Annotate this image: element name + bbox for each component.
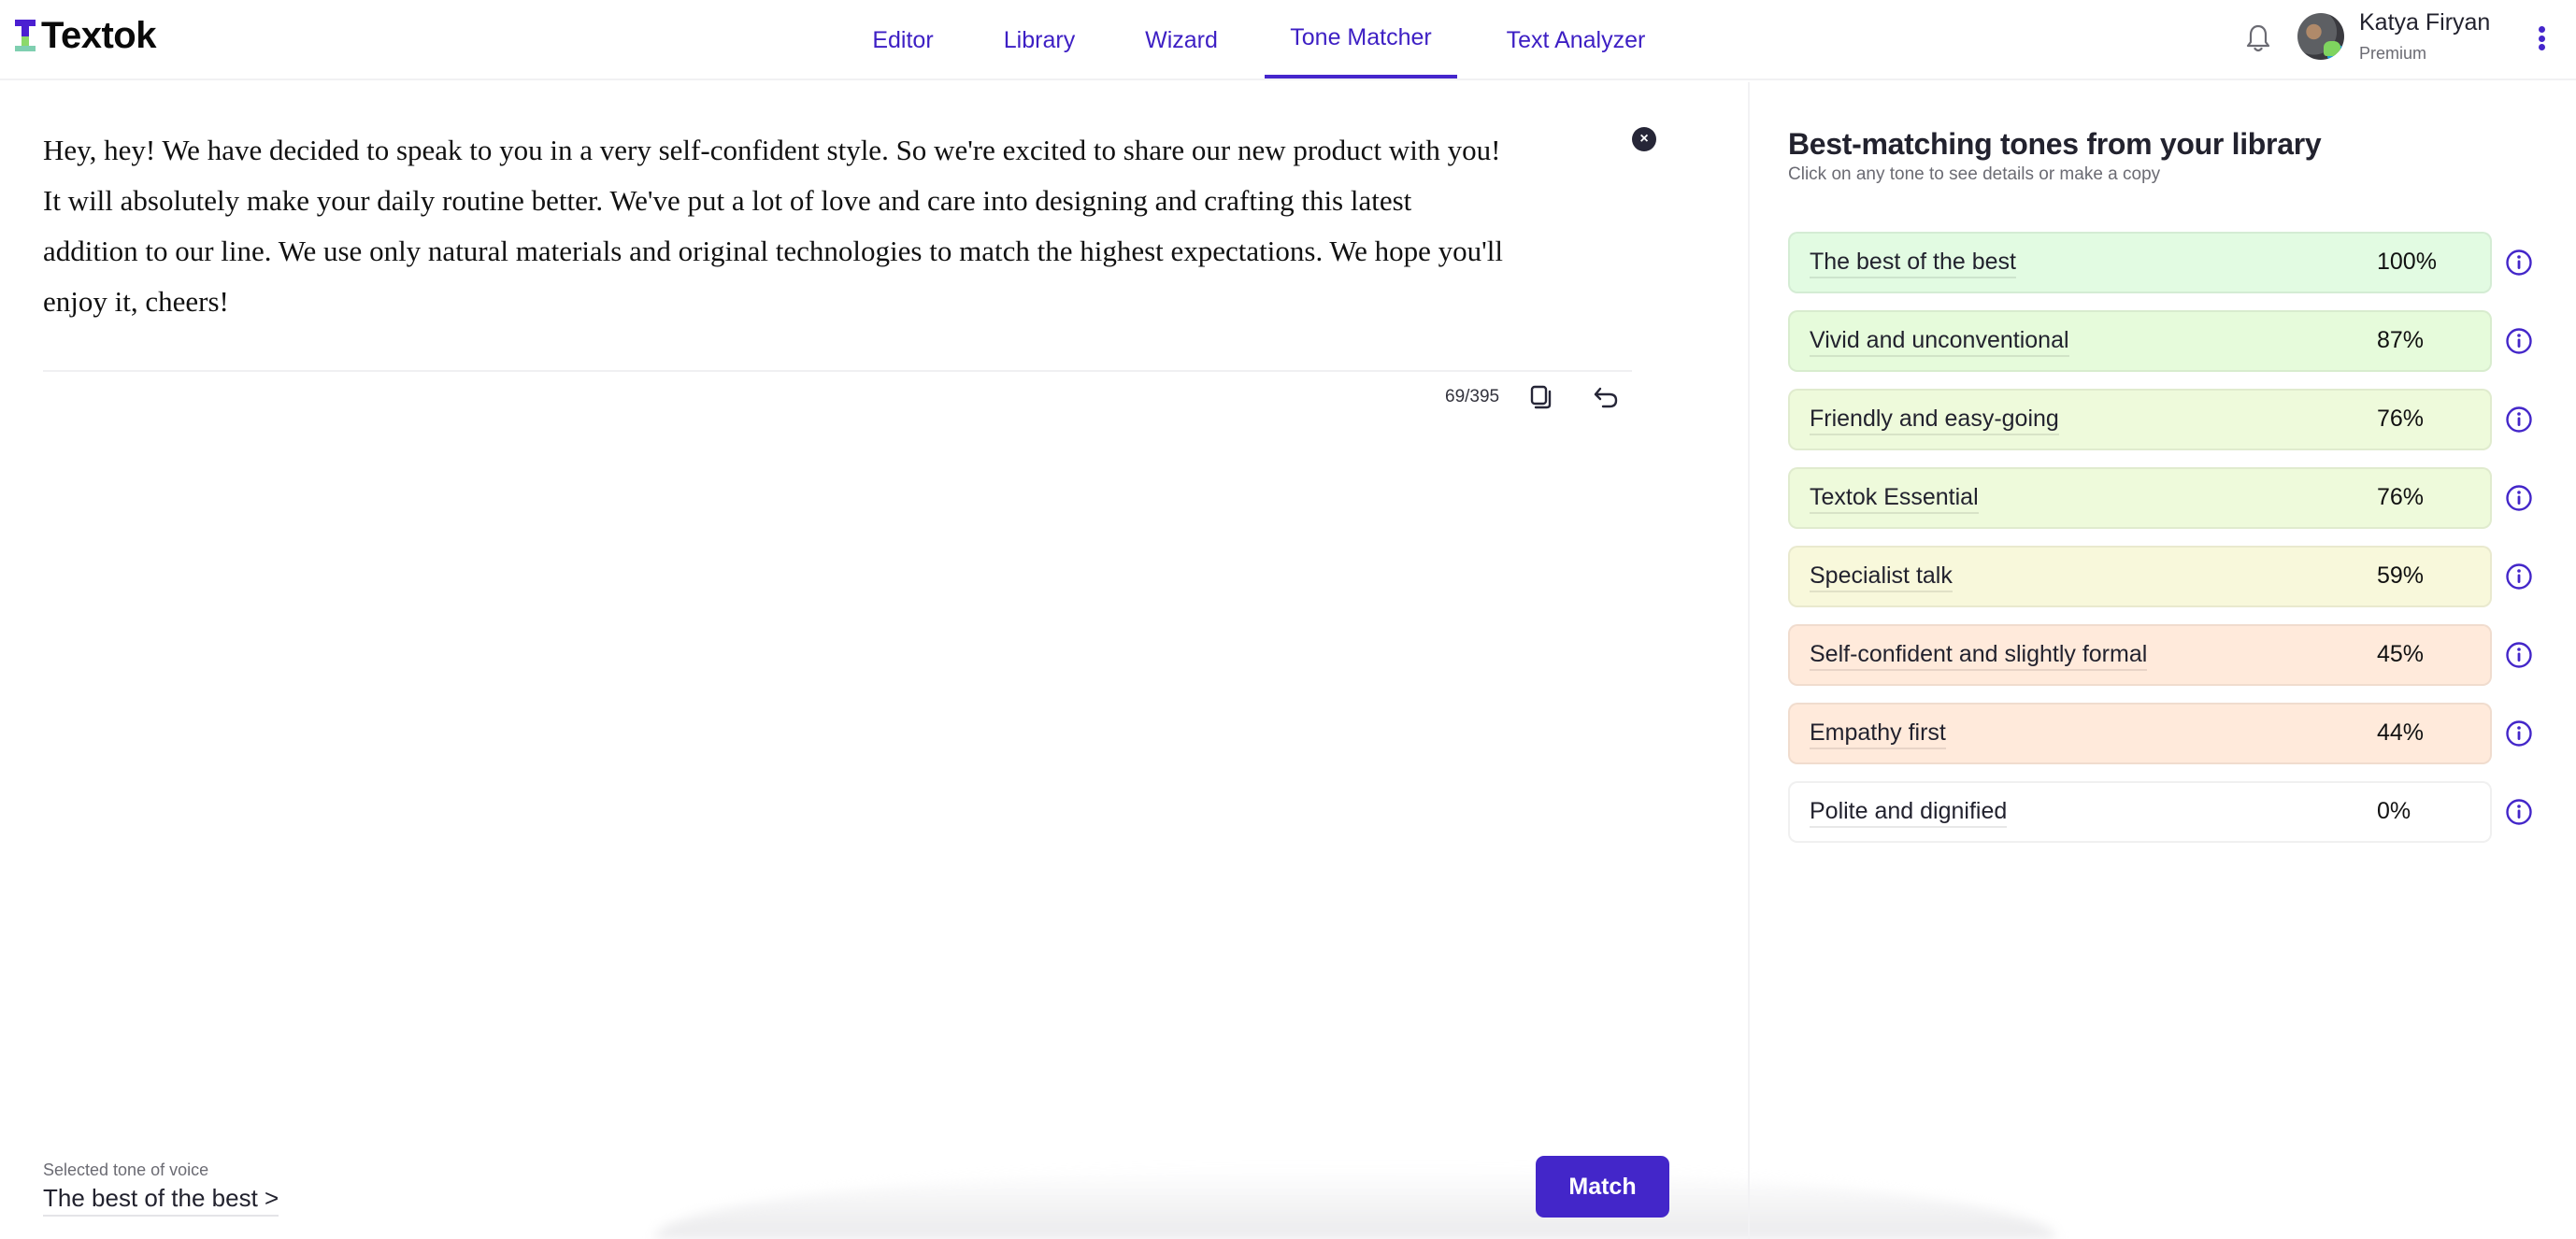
info-icon[interactable] — [2505, 798, 2533, 826]
info-icon[interactable] — [2505, 249, 2533, 277]
tone-row[interactable]: Vivid and unconventional 87% — [1788, 310, 2492, 372]
editor-divider — [43, 370, 1632, 372]
tone-row[interactable]: Empathy first 44% — [1788, 703, 2492, 764]
tone-name: Polite and dignified — [1810, 798, 2008, 828]
editor-line: addition to our line. We use only natura… — [43, 235, 1503, 267]
text-editor[interactable]: Hey, hey! We have decided to speak to yo… — [43, 125, 1632, 327]
undo-icon[interactable] — [1593, 385, 1619, 409]
info-icon[interactable] — [2505, 406, 2533, 434]
kebab-menu-icon[interactable] — [2535, 22, 2548, 54]
tone-score: 59% — [2377, 563, 2425, 589]
textok-logo-icon — [15, 18, 36, 53]
panel-subtitle: Click on any tone to see details or make… — [1788, 164, 2161, 184]
editor-line: Hey, hey! We have decided to speak to yo… — [43, 134, 1501, 166]
info-icon[interactable] — [2505, 719, 2533, 748]
tone-score: 87% — [2377, 327, 2425, 353]
tone-score: 0% — [2377, 798, 2411, 824]
nav-tab-library[interactable]: Library — [1001, 0, 1078, 80]
character-counter: 69/395 — [1445, 387, 1500, 406]
info-icon[interactable] — [2505, 484, 2533, 512]
tone-score: 76% — [2377, 406, 2425, 432]
info-icon[interactable] — [2505, 641, 2533, 669]
tone-name: Friendly and easy-going — [1810, 406, 2059, 435]
app-name: Textok — [41, 15, 156, 56]
tone-row[interactable]: The best of the best 100% — [1788, 232, 2492, 293]
tone-row[interactable]: Friendly and easy-going 76% — [1788, 389, 2492, 450]
tone-score: 45% — [2377, 641, 2425, 667]
tone-score: 100% — [2377, 249, 2437, 275]
nav-tab-editor[interactable]: Editor — [871, 0, 935, 80]
panel-title: Best-matching tones from your library — [1788, 127, 2322, 161]
tone-name: Specialist talk — [1810, 563, 1953, 592]
nav-tab-tone-matcher[interactable]: Tone Matcher — [1265, 0, 1457, 78]
tone-name: The best of the best — [1810, 249, 2016, 278]
tone-score: 44% — [2377, 719, 2425, 746]
info-icon[interactable] — [2505, 327, 2533, 355]
match-button[interactable]: Match — [1536, 1156, 1669, 1218]
close-icon: × — [1639, 131, 1649, 147]
tone-row[interactable]: Textok Essential 76% — [1788, 467, 2492, 529]
tone-name: Textok Essential — [1810, 484, 1979, 514]
selected-tone-label: Selected tone of voice — [43, 1161, 209, 1179]
panel-divider — [1748, 82, 1750, 1239]
tone-name: Vivid and unconventional — [1810, 327, 2069, 357]
editor-line: It will absolutely make your daily routi… — [43, 184, 1412, 217]
user-avatar[interactable] — [2297, 13, 2344, 60]
bell-icon[interactable] — [2245, 22, 2271, 54]
selected-tone-link[interactable]: The best of the best > — [43, 1184, 279, 1217]
tone-row[interactable]: Specialist talk 59% — [1788, 546, 2492, 607]
tone-name: Empathy first — [1810, 719, 1946, 749]
nav-tab-wizard[interactable]: Wizard — [1144, 0, 1219, 80]
tone-name: Self-confident and slightly formal — [1810, 641, 2148, 671]
bottom-shadow — [654, 1168, 2056, 1239]
top-navigation-bar: Textok Editor Library Wizard Tone Matche… — [0, 0, 2576, 80]
tone-row[interactable]: Self-confident and slightly formal 45% — [1788, 624, 2492, 686]
user-plan: Premium — [2359, 44, 2427, 63]
app-logo[interactable]: Textok — [15, 17, 156, 54]
tone-row[interactable]: Polite and dignified 0% — [1788, 781, 2492, 843]
user-name[interactable]: Katya Firyan — [2359, 9, 2490, 36]
clear-text-button[interactable]: × — [1632, 127, 1656, 151]
tone-score: 76% — [2377, 484, 2425, 510]
info-icon[interactable] — [2505, 563, 2533, 591]
nav-tab-text-analyzer[interactable]: Text Analyzer — [1502, 0, 1650, 80]
copy-icon[interactable] — [1529, 384, 1553, 410]
editor-line: enjoy it, cheers! — [43, 285, 229, 318]
